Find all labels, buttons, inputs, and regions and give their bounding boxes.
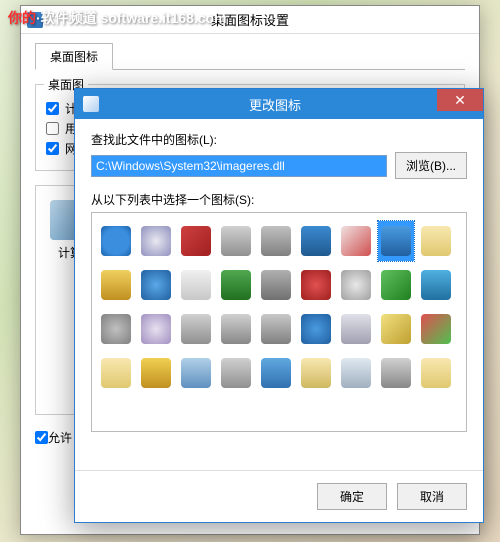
icon-option[interactable] xyxy=(298,353,334,393)
icon-option[interactable] xyxy=(258,265,294,305)
change-system-icon xyxy=(83,96,99,112)
delete-x-icon xyxy=(181,226,211,256)
warning-icon xyxy=(141,358,171,388)
disc-icon xyxy=(141,226,171,256)
icon-option[interactable] xyxy=(178,309,214,349)
icon-option[interactable] xyxy=(138,309,174,349)
icon-option[interactable] xyxy=(378,221,414,261)
info-icon xyxy=(101,226,131,256)
gear-icon xyxy=(101,314,131,344)
checkbox-allow-themes[interactable] xyxy=(35,431,48,444)
folder-icon xyxy=(421,226,451,256)
drive-icon xyxy=(221,358,251,388)
change-title: 更改图标 xyxy=(107,95,443,114)
select-icon-label: 从以下列表中选择一个图标(S): xyxy=(91,191,467,208)
computer-icon xyxy=(381,226,411,256)
device-unknown-icon xyxy=(261,226,291,256)
icon-option[interactable] xyxy=(138,221,174,261)
find-icon-label: 查找此文件中的图标(L): xyxy=(91,131,467,148)
phone-icon xyxy=(221,226,251,256)
cancel-button[interactable]: 取消 xyxy=(397,483,467,510)
browse-button[interactable]: 浏览(B)... xyxy=(395,152,467,179)
icon-option[interactable] xyxy=(378,265,414,305)
folder-open-icon xyxy=(301,358,331,388)
tab-desktop-icons[interactable]: 桌面图标 xyxy=(35,43,113,70)
icon-option[interactable] xyxy=(258,221,294,261)
icon-option[interactable] xyxy=(338,309,374,349)
close-button[interactable]: ✕ xyxy=(437,89,483,111)
shield-ok-icon xyxy=(381,270,411,300)
ok-button[interactable]: 确定 xyxy=(317,483,387,510)
icon-option[interactable] xyxy=(418,265,454,305)
icon-option[interactable] xyxy=(258,309,294,349)
icon-option[interactable] xyxy=(218,265,254,305)
shield-warn-icon xyxy=(381,314,411,344)
icon-option[interactable] xyxy=(138,353,174,393)
clock-icon xyxy=(141,270,171,300)
icon-option[interactable] xyxy=(338,353,374,393)
icon-option[interactable] xyxy=(258,353,294,393)
icon-option[interactable] xyxy=(98,221,134,261)
close-icon: ✕ xyxy=(454,92,466,109)
shield-alert-icon xyxy=(341,226,371,256)
icon-option[interactable] xyxy=(138,265,174,305)
folder3-icon xyxy=(421,358,451,388)
watermark: 你的·软件频道 software.it168.com xyxy=(8,8,227,28)
icon-option[interactable] xyxy=(218,309,254,349)
icon-option[interactable] xyxy=(418,309,454,349)
box-icon xyxy=(181,314,211,344)
tab-strip: 桌面图标 xyxy=(35,42,465,70)
network-drive-icon xyxy=(261,270,291,300)
icon-option[interactable] xyxy=(298,309,334,349)
disc2-icon xyxy=(141,314,171,344)
presentation-icon xyxy=(341,314,371,344)
icon-option[interactable] xyxy=(298,265,334,305)
icon-option[interactable] xyxy=(338,221,374,261)
drive2-icon xyxy=(381,358,411,388)
document-icon xyxy=(181,270,211,300)
icon-option[interactable] xyxy=(178,221,214,261)
icon-option[interactable] xyxy=(378,353,414,393)
icon-option[interactable] xyxy=(98,353,134,393)
icon-option[interactable] xyxy=(378,309,414,349)
photo-icon xyxy=(341,358,371,388)
checkbox-user[interactable] xyxy=(46,122,59,135)
change-icon-dialog: 更改图标 ✕ 查找此文件中的图标(L): 浏览(B)... 从以下列表中选择一个… xyxy=(74,88,484,523)
help-icon xyxy=(301,314,331,344)
printer-icon xyxy=(221,314,251,344)
icon-option[interactable] xyxy=(178,265,214,305)
sync-icon xyxy=(421,270,451,300)
apps-icon xyxy=(421,314,451,344)
icon-option[interactable] xyxy=(338,265,374,305)
icon-option[interactable] xyxy=(218,353,254,393)
scanner-icon xyxy=(261,314,291,344)
icon-option[interactable] xyxy=(298,221,334,261)
icon-option[interactable] xyxy=(178,353,214,393)
icon-path-input[interactable] xyxy=(91,155,387,177)
change-titlebar[interactable]: 更改图标 ✕ xyxy=(75,89,483,119)
folder2-icon xyxy=(101,358,131,388)
checkbox-network[interactable] xyxy=(46,142,59,155)
icon-option[interactable] xyxy=(98,309,134,349)
icon-option[interactable] xyxy=(418,221,454,261)
window-icon xyxy=(261,358,291,388)
icon-option[interactable] xyxy=(218,221,254,261)
icon-option[interactable] xyxy=(98,265,134,305)
icon-option[interactable] xyxy=(418,353,454,393)
allow-themes-label: 允许 xyxy=(48,429,72,446)
key-icon xyxy=(101,270,131,300)
icon-list[interactable] xyxy=(91,212,467,432)
monitor-icon xyxy=(301,226,331,256)
download-icon xyxy=(221,270,251,300)
checkbox-computer[interactable] xyxy=(46,102,59,115)
user-icon xyxy=(181,358,211,388)
error-icon xyxy=(301,270,331,300)
cd-icon xyxy=(341,270,371,300)
